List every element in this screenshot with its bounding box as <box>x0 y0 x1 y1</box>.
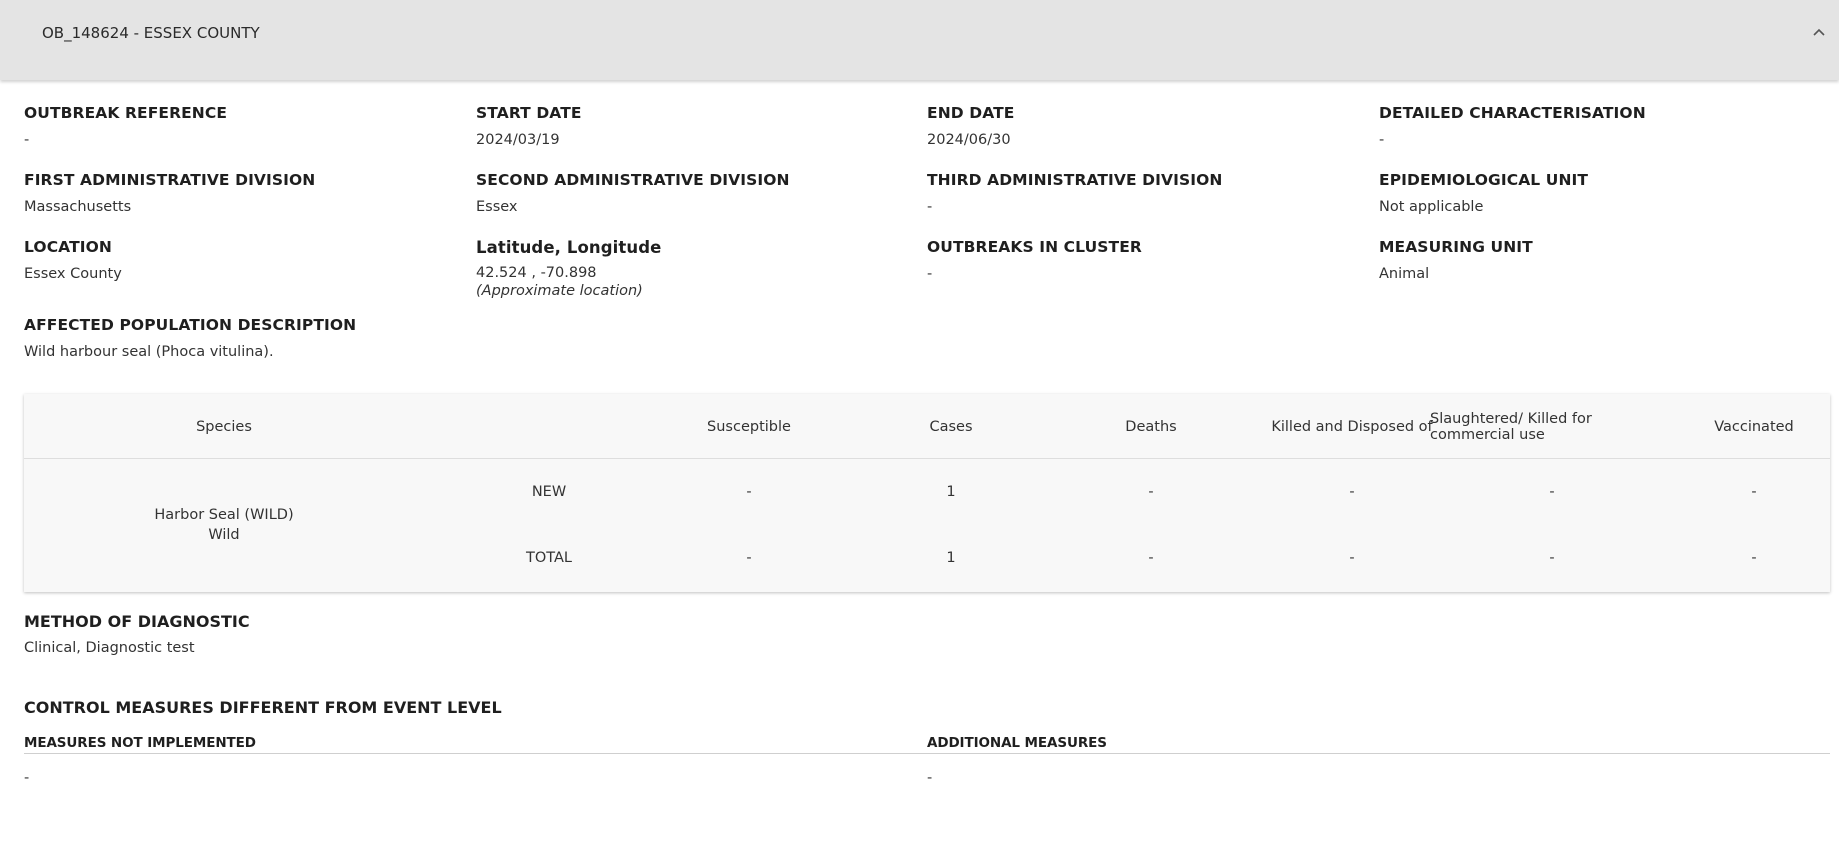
field-value: Essex <box>476 199 518 215</box>
field-value: 42.524 , -70.898 <box>476 265 597 281</box>
field-value: 2024/03/19 <box>476 132 560 148</box>
field-measuring-unit: MEASURING UNIT Animal <box>1379 238 1533 282</box>
cell-slaughtered: - <box>1549 550 1555 566</box>
field-value: Not applicable <box>1379 199 1484 215</box>
field-label: OUTBREAK REFERENCE <box>24 104 228 122</box>
field-value: - <box>1379 132 1385 148</box>
field-label: OUTBREAKS IN CLUSTER <box>927 238 1142 256</box>
cell-susceptible: - <box>746 550 752 566</box>
field-value: 2024/06/30 <box>927 132 1011 148</box>
field-label: Latitude, Longitude <box>476 238 662 257</box>
field-label: END DATE <box>927 104 1015 122</box>
th-species: Species <box>196 418 252 435</box>
field-affected-population: AFFECTED POPULATION DESCRIPTION Wild har… <box>24 316 356 360</box>
row-label: TOTAL <box>526 550 572 566</box>
field-label: FIRST ADMINISTRATIVE DIVISION <box>24 171 316 189</box>
chevron-up-icon[interactable] <box>1809 22 1829 42</box>
field-end-date: END DATE 2024/06/30 <box>927 104 1014 148</box>
species-type: Wild <box>208 527 240 543</box>
field-value: - <box>927 266 933 282</box>
field-second-admin-division: SECOND ADMINISTRATIVE DIVISION Essex <box>476 171 790 215</box>
field-label: MEASURING UNIT <box>1379 238 1533 256</box>
cell-killed-disposed: - <box>1349 550 1355 566</box>
additional-measures-value: - <box>927 770 933 786</box>
th-deaths: Deaths <box>1125 418 1177 435</box>
field-detailed-characterisation: DETAILED CHARACTERISATION - <box>1379 104 1646 148</box>
field-value: - <box>24 132 30 148</box>
field-label: START DATE <box>476 104 582 122</box>
field-value: Wild harbour seal (Phoca vitulina). <box>24 344 274 360</box>
cell-slaughtered: - <box>1549 484 1555 500</box>
cell-vaccinated: - <box>1751 484 1757 500</box>
field-third-admin-division: THIRD ADMINISTRATIVE DIVISION - <box>927 171 1222 215</box>
panel-title: OB_148624 - ESSEX COUNTY <box>42 24 260 42</box>
th-vaccinated: Vaccinated <box>1714 418 1794 435</box>
field-lat-lon: Latitude, Longitude 42.524 , -70.898 (Ap… <box>476 238 661 299</box>
table-header: Species Susceptible Cases Deaths Killed … <box>24 394 1830 459</box>
field-value: Essex County <box>24 266 122 282</box>
field-label: DETAILED CHARACTERISATION <box>1379 104 1646 122</box>
field-label: SECOND ADMINISTRATIVE DIVISION <box>476 171 790 189</box>
cell-cases: 1 <box>946 484 956 500</box>
th-susceptible: Susceptible <box>707 418 791 435</box>
field-epidemiological-unit: EPIDEMIOLOGICAL UNIT Not applicable <box>1379 171 1588 215</box>
cell-vaccinated: - <box>1751 550 1757 566</box>
field-label: THIRD ADMINISTRATIVE DIVISION <box>927 171 1223 189</box>
th-killed-disposed: Killed and Disposed of <box>1271 418 1433 435</box>
field-outbreak-reference: OUTBREAK REFERENCE - <box>24 104 227 148</box>
diagnostic-label: METHOD OF DIAGNOSTIC <box>24 612 250 631</box>
cell-deaths: - <box>1148 484 1154 500</box>
field-start-date: START DATE 2024/03/19 <box>476 104 582 148</box>
outbreak-panel-header[interactable]: OB_148624 - ESSEX COUNTY <box>0 0 1839 80</box>
th-slaughtered: Slaughtered/ Killed for commercial use <box>1430 410 1592 443</box>
cell-cases: 1 <box>946 550 956 566</box>
cell-deaths: - <box>1148 550 1154 566</box>
diagnostic-value: Clinical, Diagnostic test <box>24 640 195 656</box>
field-outbreaks-in-cluster: OUTBREAKS IN CLUSTER - <box>927 238 1142 282</box>
field-first-admin-division: FIRST ADMINISTRATIVE DIVISION Massachuse… <box>24 171 315 215</box>
measures-not-implemented-label: MEASURES NOT IMPLEMENTED <box>24 735 256 751</box>
control-measures-label: CONTROL MEASURES DIFFERENT FROM EVENT LE… <box>24 698 502 717</box>
additional-measures-label: ADDITIONAL MEASURES <box>927 735 1107 751</box>
field-value: Massachusetts <box>24 199 132 215</box>
species-table: Species Susceptible Cases Deaths Killed … <box>24 394 1830 592</box>
field-label: LOCATION <box>24 238 112 256</box>
field-value: Animal <box>1379 266 1430 282</box>
measures-not-implemented-value: - <box>24 770 30 786</box>
row-label: NEW <box>531 484 567 500</box>
cell-susceptible: - <box>746 484 752 500</box>
divider <box>24 753 1830 754</box>
th-cases: Cases <box>929 418 973 435</box>
cell-killed-disposed: - <box>1349 484 1355 500</box>
species-name: Harbor Seal (WILD) <box>154 507 294 523</box>
field-value: - <box>927 199 933 215</box>
field-label: AFFECTED POPULATION DESCRIPTION <box>24 316 357 334</box>
field-location: LOCATION Essex County <box>24 238 122 282</box>
approximate-location-note: (Approximate location) <box>476 283 643 299</box>
field-label: EPIDEMIOLOGICAL UNIT <box>1379 171 1589 189</box>
